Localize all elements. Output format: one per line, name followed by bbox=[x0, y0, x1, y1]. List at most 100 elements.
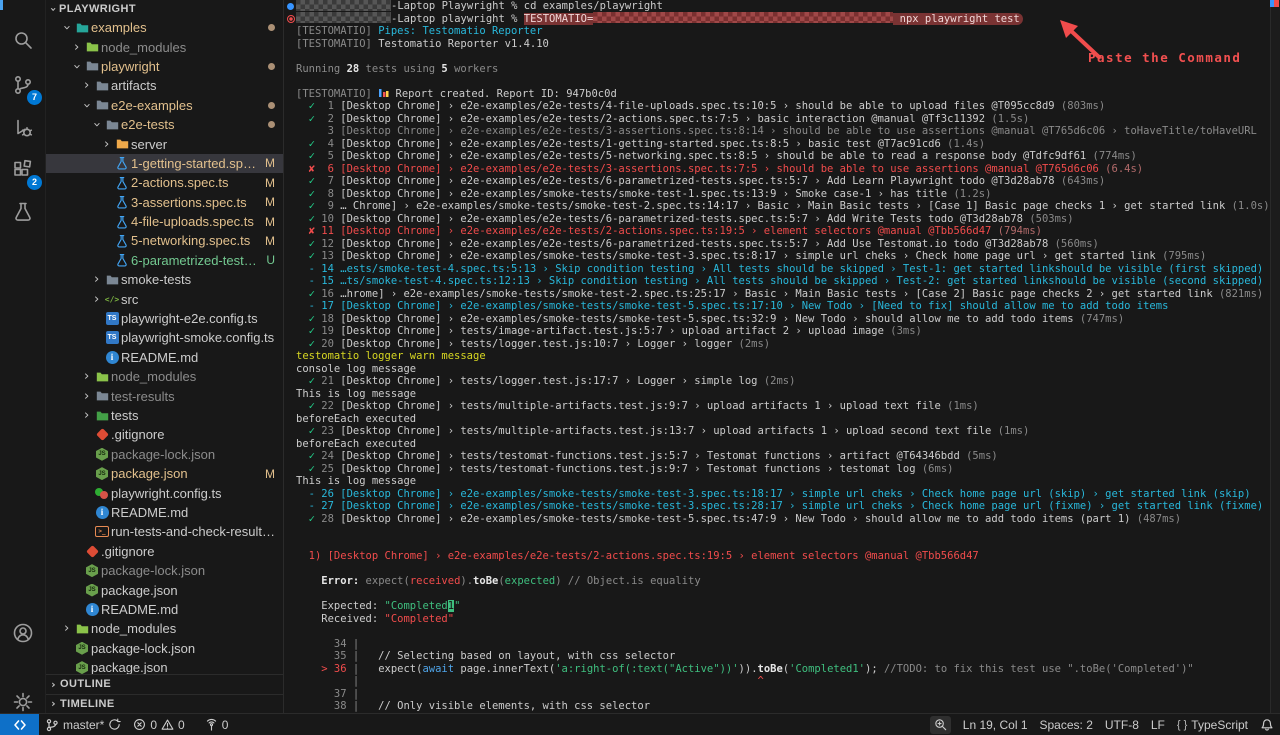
tree-item-label: run-tests-and-check-results.sh bbox=[111, 524, 275, 539]
tree-file-playwright-e2e-config-ts[interactable]: TSplaywright-e2e.config.ts bbox=[46, 309, 283, 328]
tree-file-readme-md[interactable]: iREADME.md bbox=[46, 503, 283, 522]
npm-icon: JS bbox=[93, 448, 111, 461]
terminal-text: - bbox=[296, 275, 321, 287]
tree-file-playwright-smoke-config-ts[interactable]: TSplaywright-smoke.config.ts bbox=[46, 328, 283, 347]
terminal-line: [TESTOMATIO] Pipes: Testomatio Reporter bbox=[285, 25, 1280, 38]
tree-folder-e2e-examples[interactable]: ›e2e-examples bbox=[46, 96, 283, 115]
terminal-line: -Laptop Playwright % cd examples/playwri… bbox=[285, 0, 1280, 13]
tree-folder-examples[interactable]: ›examples bbox=[46, 18, 283, 37]
tree-item-label: playwright-smoke.config.ts bbox=[121, 330, 274, 345]
git-icon bbox=[83, 547, 101, 556]
chevron-right-icon: › bbox=[80, 389, 93, 404]
source-control-icon[interactable]: 7 bbox=[0, 65, 46, 105]
terminal-text: (1.4s) bbox=[941, 138, 985, 150]
tree-folder-smoke-tests[interactable]: ›smoke-tests bbox=[46, 270, 283, 289]
project-title: PLAYWRIGHT bbox=[59, 3, 136, 15]
timeline-section-header[interactable]: › TIMELINE bbox=[46, 694, 283, 714]
terminal-text: beforeEach executed bbox=[296, 438, 416, 450]
account-icon[interactable] bbox=[0, 613, 46, 653]
terminal-text: toBe bbox=[758, 663, 783, 675]
tree-file-readme-md[interactable]: iREADME.md bbox=[46, 348, 283, 367]
scrollbar-marker-error bbox=[1274, 0, 1279, 7]
tree-file-readme-md[interactable]: iREADME.md bbox=[46, 600, 283, 619]
tree-file-2-actions-spec-ts[interactable]: 2-actions.spec.tsM bbox=[46, 173, 283, 192]
folder-tests-icon bbox=[93, 409, 111, 423]
tree-folder-node-modules[interactable]: ›node_modules bbox=[46, 37, 283, 56]
tree-file-run-tests-and-check-results-sh[interactable]: >_run-tests-and-check-results.sh bbox=[46, 522, 283, 541]
chevron-right-icon: › bbox=[50, 697, 57, 710]
terminal-text: (794ms) bbox=[991, 225, 1042, 237]
language-mode[interactable]: { } TypeScript bbox=[1171, 714, 1254, 735]
indentation-setting[interactable]: Spaces: 2 bbox=[1034, 714, 1099, 735]
problems-item[interactable]: 0 0 bbox=[127, 714, 190, 735]
git-branch-item[interactable]: master* bbox=[39, 714, 127, 735]
tree-folder-src[interactable]: ›</>src bbox=[46, 289, 283, 308]
tree-file-package-json[interactable]: JSpackage.jsonM bbox=[46, 464, 283, 483]
explorer-section-header[interactable]: › PLAYWRIGHT bbox=[46, 0, 283, 18]
testing-icon[interactable] bbox=[0, 192, 46, 232]
encoding-setting[interactable]: UTF-8 bbox=[1099, 714, 1145, 735]
terminal-text: 23 bbox=[321, 425, 340, 437]
tree-folder-playwright[interactable]: ›playwright bbox=[46, 57, 283, 76]
tree-file-package-json[interactable]: JSpackage.json bbox=[46, 580, 283, 599]
terminal-text: ✓ bbox=[296, 250, 321, 262]
tree-folder-node-modules[interactable]: ›node_modules bbox=[46, 367, 283, 386]
terminal-text: tests using bbox=[359, 63, 441, 75]
tree-folder-e2e-tests[interactable]: ›e2e-tests bbox=[46, 115, 283, 134]
tree-file-5-networking-spec-ts[interactable]: 5-networking.spec.tsM bbox=[46, 231, 283, 250]
tree-file-3-assertions-spec-ts[interactable]: 3-assertions.spec.tsM bbox=[46, 193, 283, 212]
notifications-bell[interactable] bbox=[1254, 714, 1280, 735]
eol-setting[interactable]: LF bbox=[1145, 714, 1171, 735]
cursor-position[interactable]: Ln 19, Col 1 bbox=[957, 714, 1034, 735]
ports-count: 0 bbox=[222, 718, 229, 732]
settings-gear-icon[interactable] bbox=[0, 682, 46, 722]
terminal-line: Expected: "Completed1" bbox=[285, 600, 1280, 613]
tree-file-package-lock-json[interactable]: JSpackage-lock.json bbox=[46, 561, 283, 580]
terminal-text: 15 bbox=[321, 275, 340, 287]
tree-file-package-lock-json[interactable]: JSpackage-lock.json bbox=[46, 445, 283, 464]
tree-file--gitignore[interactable]: .gitignore bbox=[46, 425, 283, 444]
scrollbar-track[interactable] bbox=[1270, 0, 1280, 713]
terminal-text: 28 bbox=[321, 513, 340, 525]
terminal-text: …hrome] › e2e-examples/smoke-tests/smoke… bbox=[340, 288, 1212, 300]
terminal-text: (503ms) bbox=[1023, 213, 1074, 225]
tree-file--gitignore[interactable]: .gitignore bbox=[46, 542, 283, 561]
terminal-text: | bbox=[347, 663, 360, 675]
terminal-text: (803ms) bbox=[1055, 100, 1106, 112]
terminal-line: [TESTOMATIO] Testomatio Reporter v1.4.10 bbox=[285, 38, 1280, 51]
terminal-text: expect( bbox=[359, 663, 422, 675]
ports-item[interactable]: 0 bbox=[199, 714, 235, 735]
tree-folder-tests[interactable]: ›tests bbox=[46, 406, 283, 425]
terminal-text: ✓ bbox=[296, 450, 321, 462]
tree-file-6-parametrized-tests-[interactable]: 6-parametrized-tests....U bbox=[46, 251, 283, 270]
outline-section-header[interactable]: › OUTLINE bbox=[46, 674, 283, 694]
tree-folder-artifacts[interactable]: ›artifacts bbox=[46, 76, 283, 95]
tree-item-label: 1-getting-started.spe... bbox=[131, 156, 259, 171]
run-debug-icon[interactable] bbox=[0, 108, 46, 148]
terminal-line: ✓ 4 [Desktop Chrome] › e2e-examples/e2e-… bbox=[285, 138, 1280, 151]
extensions-icon[interactable]: 2 bbox=[0, 150, 46, 190]
tree-folder-server[interactable]: ›server bbox=[46, 134, 283, 153]
tree-file-4-file-uploads-spec-ts[interactable]: 4-file-uploads.spec.tsM bbox=[46, 212, 283, 231]
folder-server-icon bbox=[113, 137, 131, 151]
tree-folder-test-results[interactable]: ›test-results bbox=[46, 386, 283, 405]
tree-file-playwright-config-ts[interactable]: playwright.config.ts bbox=[46, 483, 283, 502]
terminal-output[interactable]: -Laptop Playwright % cd examples/playwri… bbox=[285, 0, 1280, 713]
terminal-text: (1.0s) bbox=[1225, 200, 1269, 212]
terminal-text: -Laptop Playwright % cd examples/playwri… bbox=[391, 0, 663, 12]
explorer-sidebar: › PLAYWRIGHT ›examples›node_modules›play… bbox=[46, 0, 284, 713]
zoom-indicator[interactable] bbox=[930, 716, 951, 734]
terminal-text: Pipes: Testomatio Reporter bbox=[378, 25, 542, 37]
tree-file-package-lock-json[interactable]: JSpackage-lock.json bbox=[46, 639, 283, 658]
branch-icon bbox=[45, 718, 59, 732]
search-icon[interactable] bbox=[0, 20, 46, 60]
tree-folder-node-modules[interactable]: ›node_modules bbox=[46, 619, 283, 638]
tree-file-1-getting-started-spe-[interactable]: 1-getting-started.spe...M bbox=[46, 154, 283, 173]
terminal-line: ✓ 23 [Desktop Chrome] › tests/multiple-a… bbox=[285, 425, 1280, 438]
terminal-text: 38 | bbox=[296, 700, 359, 712]
ts-icon: TS bbox=[103, 312, 121, 325]
sidebar-bottom-sections: › OUTLINE › TIMELINE bbox=[46, 674, 283, 713]
terminal-text: console log message bbox=[296, 363, 416, 375]
terminal-text: //TODO: to fix this test use ".toBe('Com… bbox=[884, 663, 1194, 675]
tree-item-label: tests bbox=[111, 408, 138, 423]
